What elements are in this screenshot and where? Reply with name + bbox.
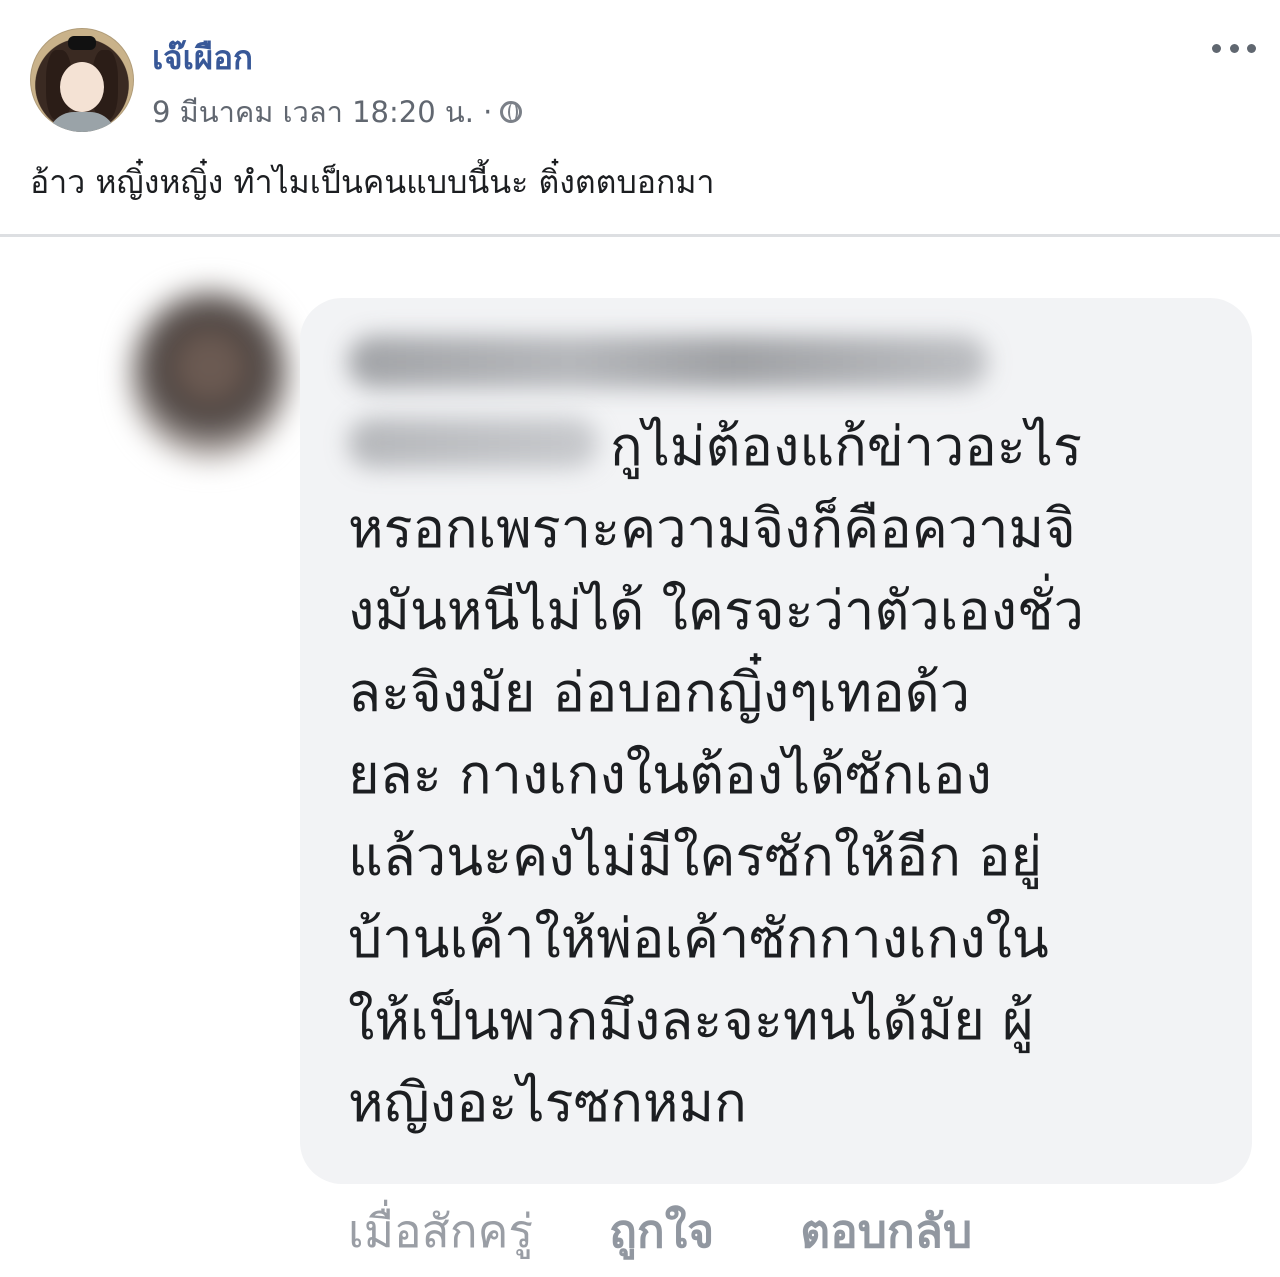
comment-line: กูไม่ต้องแก้ข่าวอะไร [610, 415, 1082, 478]
comment-line: บ้านเค้าให้พ่อเค้าซักกางเกงใน [348, 907, 1049, 970]
reply-button[interactable]: ตอบกลับ [800, 1195, 972, 1268]
more-dot-2 [1229, 43, 1239, 53]
commenter-name-blurred [348, 336, 988, 388]
comment-line: ละจิงมัย อ่อบอกญิ๋งๆเทอด้ว [348, 661, 971, 724]
like-button[interactable]: ถูกใจ [609, 1195, 714, 1268]
comment-line: แล้วนะคงไม่มีใครซักให้อีก อยู่ [348, 825, 1043, 888]
comment-line: งมันหนีไม่ได้ ใครจะว่าตัวเองชั่ว [348, 579, 1084, 642]
author-name[interactable]: เจ๊เผือก [152, 36, 253, 80]
post-header: เจ๊เผือก 9 มีนาคม เวลา 18:20 น. · อ้าว ห… [0, 0, 1280, 237]
more-dot-3 [1247, 43, 1256, 53]
post-meta: 9 มีนาคม เวลา 18:20 น. · [152, 92, 523, 132]
comment-line: หรอกเพราะความจิงก็คือความจิ [348, 497, 1076, 560]
comment-text: กูไม่ต้องแก้ข่าวอะไร หรอกเพราะความจิงก็ค… [348, 406, 1228, 1144]
comment-actions: เมื่อสักครู่ ถูกใจ ตอบกลับ [348, 1196, 1058, 1266]
comment-line: ให้เป็นพวกมึงละจะทนได้มัย ผู้ [348, 989, 1034, 1052]
comment-line: หญิงอะไรซกหมก [348, 1071, 747, 1134]
avatar-bow [68, 36, 96, 50]
commenter-avatar-blurred [130, 290, 290, 460]
post-text: อ้าว หญิ๋งหญิ๋ง ทำไมเป็นคนแบบนี้นะ ติ๋งต… [30, 163, 715, 201]
more-options-icon[interactable] [1212, 36, 1256, 60]
avatar-face [60, 62, 104, 112]
comment-line: ยละ กางเกงในต้องได้ซักเอง [348, 743, 992, 806]
author-avatar[interactable] [30, 28, 134, 132]
globe-icon[interactable] [500, 101, 523, 123]
more-dot-1 [1212, 43, 1221, 53]
post-timestamp[interactable]: 9 มีนาคม เวลา 18:20 น. · [152, 92, 492, 132]
comment-time[interactable]: เมื่อสักครู่ [348, 1195, 533, 1268]
